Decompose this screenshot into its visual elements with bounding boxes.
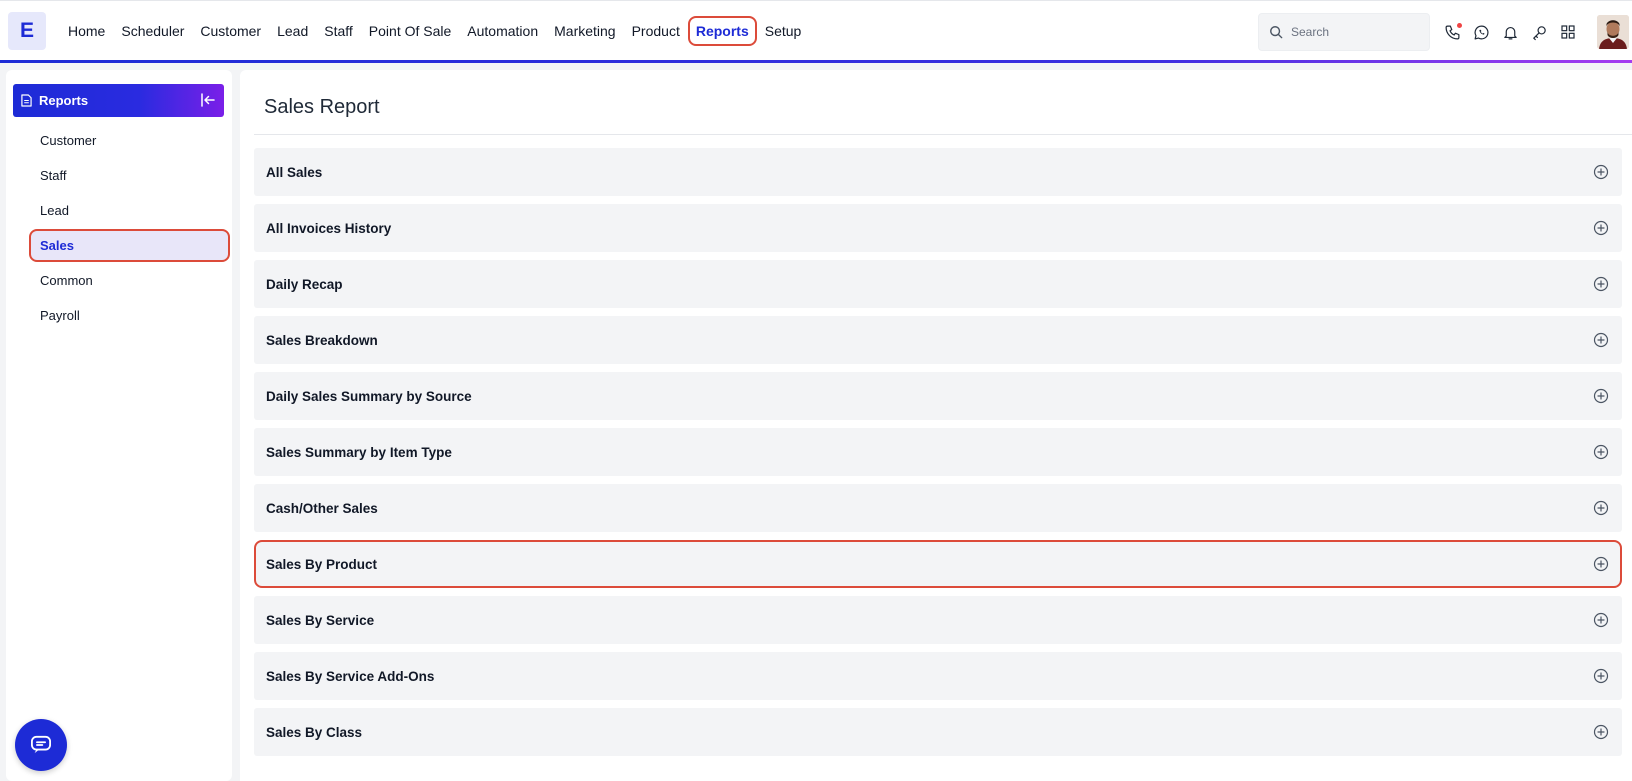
chat-icon [31,735,51,754]
nav-marketing[interactable]: Marketing [546,16,623,46]
title-divider [254,134,1632,135]
sidebar-item-payroll[interactable]: Payroll [29,299,230,332]
whatsapp-icon[interactable] [1472,23,1490,41]
expand-plus-icon[interactable] [1593,556,1609,572]
document-icon [21,94,32,107]
nav-setup[interactable]: Setup [757,16,810,46]
report-label: Daily Recap [266,276,343,292]
nav-home[interactable]: Home [60,16,113,46]
brand-logo[interactable]: E [8,12,46,50]
page-title: Sales Report [264,96,380,118]
expand-plus-icon[interactable] [1593,220,1609,236]
expand-plus-icon[interactable] [1593,276,1609,292]
sidebar-item-common[interactable]: Common [29,264,230,297]
report-label: All Invoices History [266,220,392,236]
sidebar-list: Customer Staff Lead Sales Common Payroll [29,124,230,334]
report-row-all-invoices-history[interactable]: All Invoices History [254,204,1622,252]
search-icon [1270,26,1283,39]
main-panel: Sales Report All Sales All Invoices Hist… [240,70,1632,781]
report-row-sales-by-class[interactable]: Sales By Class [254,708,1622,756]
user-avatar[interactable] [1597,15,1629,49]
chat-widget-button[interactable] [15,719,67,771]
report-row-sales-by-product[interactable]: Sales By Product [254,540,1622,588]
report-row-cash-other-sales[interactable]: Cash/Other Sales [254,484,1622,532]
report-row-sales-by-service[interactable]: Sales By Service [254,596,1622,644]
nav-point-of-sale[interactable]: Point Of Sale [361,16,460,46]
report-row-daily-sales-summary-by-source[interactable]: Daily Sales Summary by Source [254,372,1622,420]
nav-lead[interactable]: Lead [269,16,316,46]
report-row-sales-breakdown[interactable]: Sales Breakdown [254,316,1622,364]
sidebar-item-sales[interactable]: Sales [29,229,230,262]
search-input[interactable] [1291,25,1411,39]
report-row-all-sales[interactable]: All Sales [254,148,1622,196]
nav-automation[interactable]: Automation [459,16,546,46]
topbar-gradient-line [0,60,1632,63]
report-label: Sales Summary by Item Type [266,444,452,460]
sidebar: Reports Customer Staff Lead Sales Common… [6,70,232,781]
nav-staff[interactable]: Staff [316,16,361,46]
report-label: Sales By Class [266,724,363,740]
collapse-sidebar-icon[interactable] [200,92,216,108]
report-label: Daily Sales Summary by Source [266,388,472,404]
report-label: Cash/Other Sales [266,500,378,516]
sidebar-header[interactable]: Reports [13,84,224,117]
nav-reports[interactable]: Reports [687,16,757,46]
sidebar-header-label: Reports [39,93,89,108]
expand-plus-icon[interactable] [1593,500,1609,516]
logo-letter: E [19,19,34,42]
main-nav: Home Scheduler Customer Lead Staff Point… [60,16,809,46]
expand-plus-icon[interactable] [1593,668,1609,684]
expand-plus-icon[interactable] [1593,444,1609,460]
expand-plus-icon[interactable] [1593,388,1609,404]
expand-plus-icon[interactable] [1593,724,1609,740]
sidebar-item-customer[interactable]: Customer [29,124,230,157]
expand-plus-icon[interactable] [1593,612,1609,628]
report-label: Sales By Service Add-Ons [266,668,435,684]
nav-product[interactable]: Product [624,16,688,46]
report-row-sales-summary-by-item-type[interactable]: Sales Summary by Item Type [254,428,1622,476]
search-box [1258,13,1430,51]
report-label: Sales By Service [266,612,375,628]
sidebar-item-lead[interactable]: Lead [29,194,230,227]
sidebar-item-staff[interactable]: Staff [29,159,230,192]
nav-scheduler[interactable]: Scheduler [113,16,192,46]
top-icon-group [1443,19,1577,45]
report-list: All Sales All Invoices History Daily Rec… [254,148,1622,764]
expand-plus-icon[interactable] [1593,332,1609,348]
notification-dot [1457,23,1462,28]
nav-customer[interactable]: Customer [192,16,269,46]
report-label: Sales By Product [266,556,378,572]
bell-icon[interactable] [1501,23,1519,41]
report-label: Sales Breakdown [266,332,378,348]
grid-icon[interactable] [1559,23,1577,41]
report-label: All Sales [266,164,323,180]
report-row-daily-recap[interactable]: Daily Recap [254,260,1622,308]
report-row-sales-by-service-add-ons[interactable]: Sales By Service Add-Ons [254,652,1622,700]
expand-plus-icon[interactable] [1593,164,1609,180]
phone-icon[interactable] [1443,23,1462,41]
key-icon[interactable] [1530,23,1548,41]
top-navbar: E Home Scheduler Customer Lead Staff Poi… [0,0,1632,63]
